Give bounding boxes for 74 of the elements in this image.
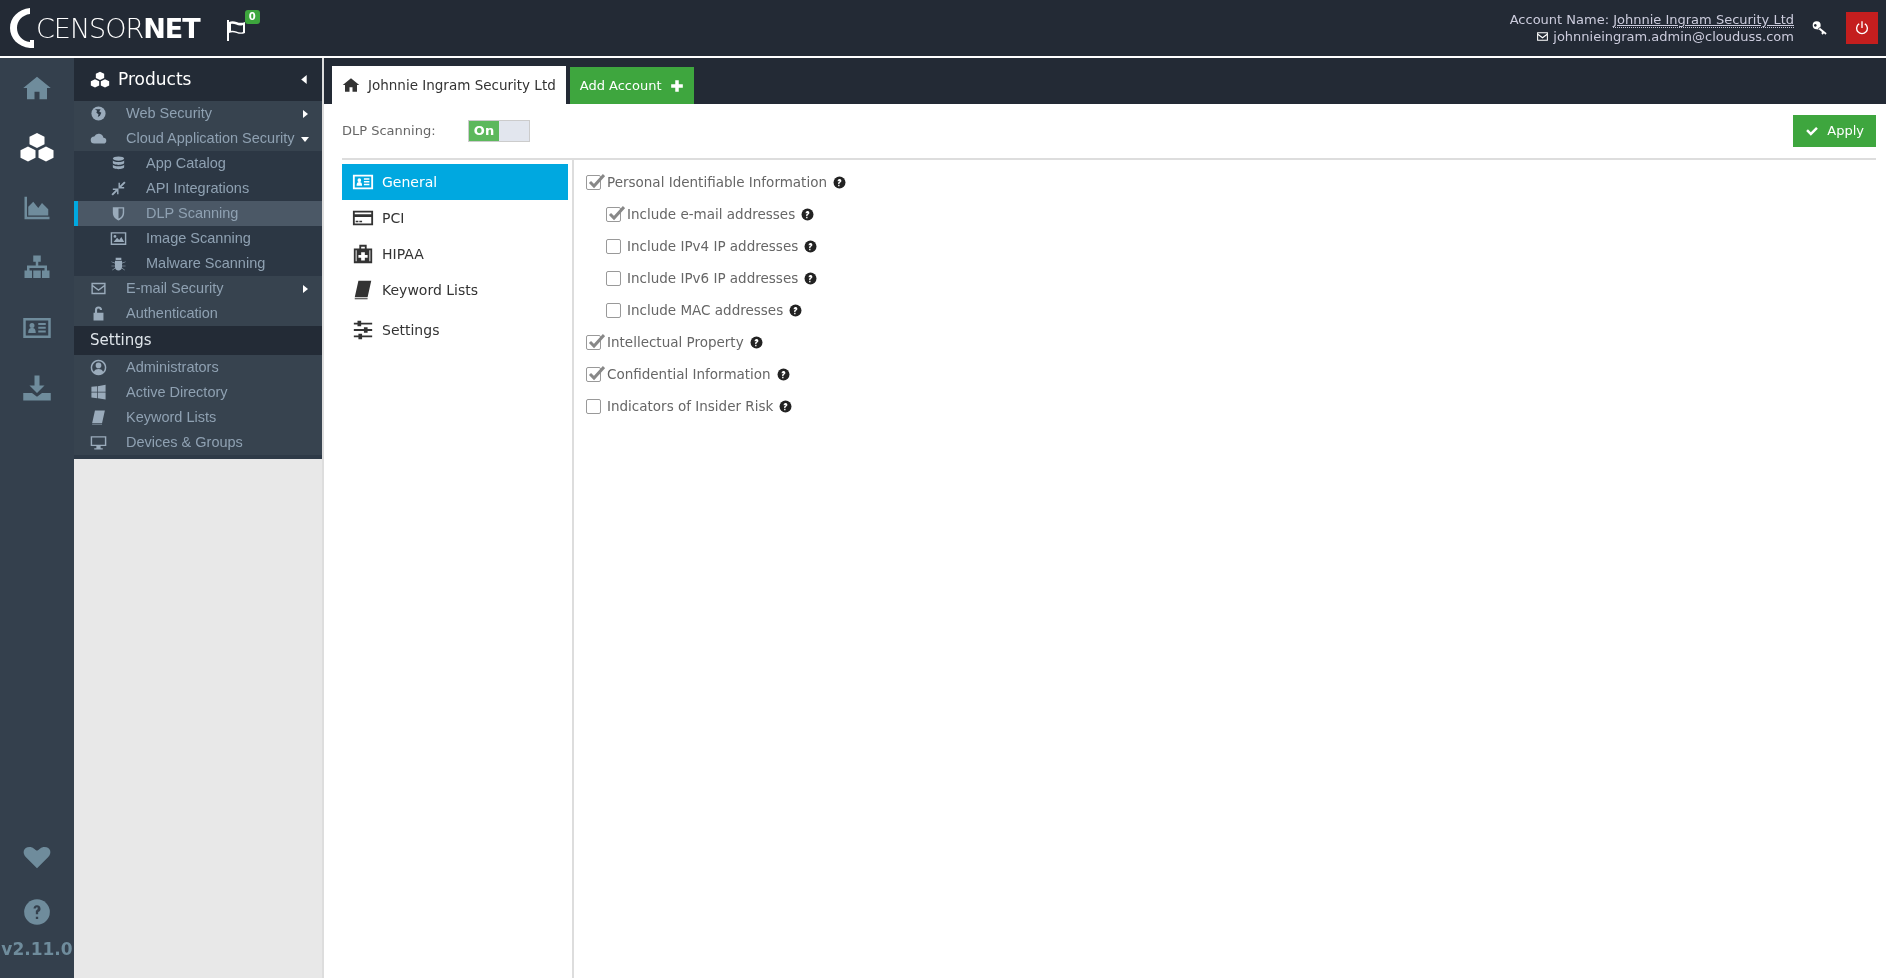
book-icon — [352, 279, 374, 301]
checkbox[interactable] — [606, 270, 621, 286]
products-header[interactable]: Products — [74, 58, 322, 101]
version-label: v2.11.0 — [0, 937, 74, 961]
home-icon — [342, 76, 360, 94]
caret-right-icon — [300, 108, 310, 119]
section-heading: Settings — [74, 326, 322, 355]
help-icon — [776, 367, 790, 381]
settings-menu-item[interactable]: PCI — [342, 200, 568, 236]
apply-button[interactable]: Apply — [1793, 115, 1876, 147]
account-tab[interactable]: Johnnie Ingram Security Ltd — [332, 66, 566, 104]
logo-text: CENSORNET — [36, 14, 200, 42]
dlp-scanning-label: DLP Scanning: — [342, 122, 437, 141]
sidebar-item[interactable]: Web Security — [74, 101, 322, 126]
account-email: johnnieingram.admin@clouduss.com — [1553, 28, 1794, 45]
plus-icon — [669, 78, 684, 93]
checkbox-label: Include IPv6 IP addresses — [627, 268, 799, 288]
account-label: Account Name: — [1509, 12, 1610, 27]
help-icon — [789, 303, 803, 317]
settings-menu-item[interactable]: Settings — [342, 312, 568, 348]
logout-button[interactable] — [1846, 12, 1878, 44]
help-icon — [801, 207, 815, 221]
sidebar-item[interactable]: Active Directory — [74, 380, 322, 405]
help-icon — [779, 399, 793, 413]
cubes-icon — [90, 69, 110, 90]
database-icon — [110, 155, 127, 172]
settings-menu-item[interactable]: Keyword Lists — [342, 272, 568, 308]
caret-left-icon — [299, 74, 310, 85]
sidebar-item[interactable]: Authentication — [74, 301, 322, 326]
sidebar-item[interactable]: Administrators — [74, 355, 322, 380]
add-account-button[interactable]: Add Account — [569, 67, 694, 104]
checkbox-label: Include MAC addresses — [627, 300, 784, 320]
help-icon — [749, 335, 763, 349]
envelope-icon — [90, 280, 107, 297]
checkbox[interactable] — [606, 302, 621, 318]
windows-logo-icon — [90, 384, 107, 401]
shield-icon — [110, 205, 127, 222]
checkbox-label: Include IPv4 IP addresses — [627, 236, 799, 256]
settings-menu-item[interactable]: General — [342, 164, 568, 200]
sidebar-item[interactable]: Devices & Groups — [74, 430, 322, 455]
caret-right-icon — [300, 283, 310, 294]
book-icon — [90, 409, 107, 426]
sidebar-item[interactable]: E-mail Security — [74, 276, 322, 301]
download-icon — [22, 373, 52, 403]
bug-icon — [110, 255, 127, 272]
key-icon — [1812, 20, 1828, 36]
image-icon — [110, 230, 127, 247]
medical-kit-icon — [352, 243, 374, 265]
monitor-icon — [90, 434, 107, 451]
checkbox-label: Personal Identifiable Information — [607, 172, 827, 192]
account-name-link[interactable]: Johnnie Ingram Security Ltd — [1613, 12, 1794, 28]
check-icon — [1805, 124, 1820, 138]
checkbox[interactable] — [586, 398, 601, 414]
notification-count: 0 — [244, 10, 260, 24]
checkbox[interactable] — [606, 238, 621, 254]
checkbox-label: Indicators of Insider Risk — [607, 396, 774, 416]
notifications-button[interactable]: 0 — [223, 10, 260, 46]
sliders-icon — [352, 319, 374, 341]
logo-bracket-icon — [8, 6, 36, 50]
power-icon — [1854, 20, 1870, 36]
dlp-toggle[interactable]: On — [468, 120, 530, 142]
checkbox-label: Intellectual Property — [607, 332, 744, 352]
checkbox-label: Confidential Information — [607, 364, 771, 384]
compress-arrows-icon — [110, 180, 127, 197]
envelope-icon — [1536, 30, 1550, 43]
settings-menu-item[interactable]: HIPAA — [342, 236, 568, 272]
checkbox-label: Include e-mail addresses — [627, 204, 796, 224]
sidebar-item[interactable]: Keyword Lists — [74, 405, 322, 430]
help-icon — [804, 271, 818, 285]
help-icon — [833, 175, 846, 189]
help-icon — [804, 239, 818, 253]
sidebar-subitem[interactable]: DLP Scanning — [74, 201, 322, 226]
help-icon — [23, 897, 51, 926]
sidebar-item[interactable]: Cloud Application Security — [74, 126, 322, 151]
